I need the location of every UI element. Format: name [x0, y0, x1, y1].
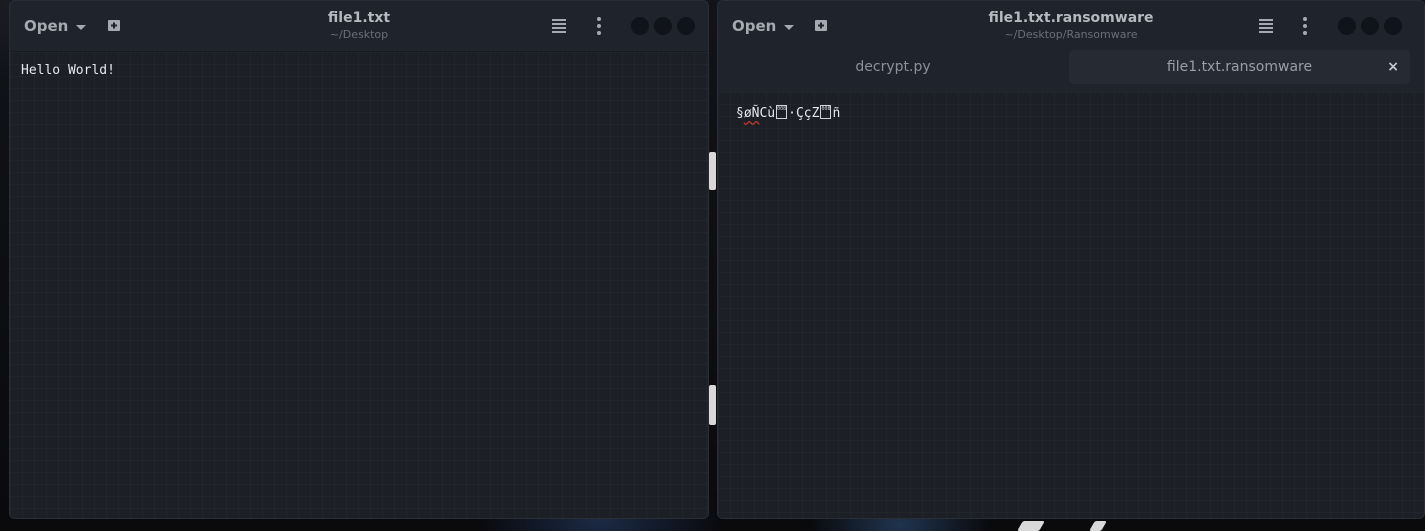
text-editor-area[interactable]: §øÑCù0084·ÇçZ0081ñ	[718, 92, 1424, 518]
minimize-button[interactable]	[1338, 17, 1356, 35]
editor-content: §øÑCù0084·ÇçZ0081ñ	[736, 105, 840, 121]
new-tab-icon[interactable]	[814, 18, 828, 32]
hamburger-menu-icon[interactable]	[1259, 19, 1273, 33]
open-button-label: Open	[732, 17, 777, 35]
headerbar: Open file1.txt ~/Desktop	[10, 1, 708, 52]
content-part: ñ	[832, 106, 841, 121]
wallpaper-streak	[709, 385, 716, 425]
open-button[interactable]: Open	[24, 13, 87, 39]
hamburger-menu-icon[interactable]	[552, 19, 566, 33]
content-part: ·ÇçZ	[788, 106, 820, 121]
close-button[interactable]	[1384, 17, 1402, 35]
misspelled-word: øÑ	[743, 106, 760, 121]
text-editor-window-file1: Open file1.txt ~/Desktop Hello World!	[9, 0, 709, 519]
kebab-menu-icon[interactable]	[597, 17, 601, 35]
kebab-menu-icon[interactable]	[1303, 17, 1307, 35]
new-tab-icon[interactable]	[107, 18, 121, 32]
minimize-button[interactable]	[631, 17, 649, 35]
tab-decrypt-py[interactable]: decrypt.py	[718, 50, 1068, 84]
editor-content: Hello World!	[21, 63, 115, 78]
maximize-button[interactable]	[654, 17, 672, 35]
wallpaper-streak	[709, 152, 716, 190]
caret-down-icon	[76, 24, 87, 30]
content-part: §	[736, 106, 744, 121]
unprintable-char-box: 0084	[776, 105, 788, 119]
text-editor-window-ransomware: Open file1.txt.ransomware ~/Desktop/Rans…	[717, 0, 1425, 519]
close-icon[interactable]: ×	[1387, 59, 1399, 75]
tab-label: file1.txt.ransomware	[1166, 59, 1313, 75]
open-button-label: Open	[24, 17, 69, 35]
content-part: Cù	[759, 106, 776, 121]
unprintable-char-box: 0081	[820, 105, 832, 119]
open-button[interactable]: Open	[732, 13, 795, 39]
caret-down-icon	[784, 24, 795, 30]
tab-file1-txt-ransomware[interactable]: file1.txt.ransomware ×	[1069, 50, 1410, 84]
maximize-button[interactable]	[1361, 17, 1379, 35]
wallpaper-streak	[1017, 521, 1045, 531]
tab-label: decrypt.py	[855, 59, 931, 75]
close-button[interactable]	[677, 17, 695, 35]
text-editor-area[interactable]: Hello World!	[10, 52, 708, 518]
tab-bar: decrypt.py file1.txt.ransomware ×	[718, 42, 1424, 93]
wallpaper-streak	[1089, 521, 1107, 531]
